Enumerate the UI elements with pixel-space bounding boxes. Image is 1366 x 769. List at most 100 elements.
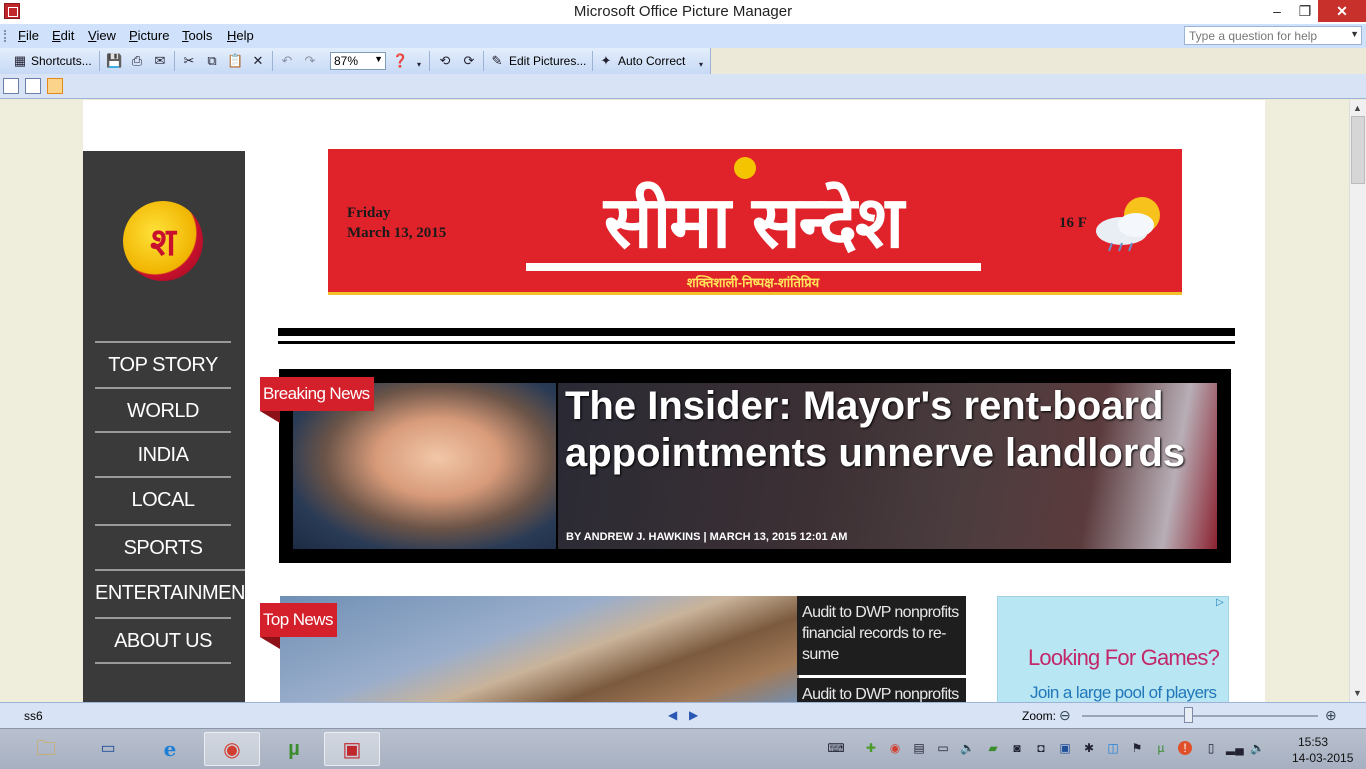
newspaper-masthead: Friday March 13, 2015 सीमा सन्देश शक्तिश… [328,149,1182,295]
picture-view-area[interactable]: श TOP STORY WORLD INDIA LOCAL SPORTS ENT… [0,100,1349,702]
auto-correct-icon[interactable]: ✦ [598,53,614,69]
tray-nvidia-icon[interactable]: ▰ [986,741,1000,755]
weather-icon [1096,197,1160,252]
site-sidebar: श TOP STORY WORLD INDIA LOCAL SPORTS ENT… [83,151,257,702]
menu-help[interactable]: Help [227,28,254,43]
help-search-placeholder: Type a question for help [1189,29,1318,43]
nav-india: INDIA [95,431,231,477]
zoom-value: 87% [334,54,359,68]
menu-tools[interactable]: Tools [182,28,212,43]
menu-picture[interactable]: Picture [129,28,169,43]
status-bar: ss6 ◀ ▶ Zoom: ⊖ ⊕ [0,702,1366,729]
dropdown-arrow-icon[interactable]: ▼ [374,54,383,64]
windows-taskbar: 🗀 ▭ e ◉ µ ▣ ⌨ ✚ ◉ ▤ ▭ 🔈 ▰ ◙ ◘ ▣ ✱ ◫ ⚑ µ … [0,728,1366,769]
clock-date[interactable]: 14-03-2015 [1292,751,1353,765]
zoom-in-icon[interactable]: ⊕ [1325,707,1337,724]
single-picture-view-icon[interactable] [47,78,63,94]
copy-icon[interactable]: ⧉ [204,53,220,69]
toolbar-options-icon[interactable]: ▾ [693,57,709,73]
zoom-slider-track[interactable] [1082,715,1318,717]
filmstrip-view-icon[interactable] [25,78,41,94]
edit-pictures-button[interactable]: Edit Pictures... [509,54,586,68]
advertisement-banner: ▷ Looking For Games? Join a large pool o… [997,596,1229,702]
zoom-select[interactable]: 87% ▼ [330,52,386,70]
tray-drive-icon[interactable]: ▤ [912,741,926,755]
masthead-tagline: शक्तिशाली-निष्पक्ष-शांतिप्रिय [686,275,820,290]
next-picture-icon[interactable]: ▶ [689,708,698,722]
save-icon[interactable]: 💾 [106,53,122,69]
zoom-label: Zoom: [1022,709,1057,723]
toolbar-separator [272,51,273,71]
breaking-news-headline: The Insider: Mayor's rent-board appointm… [565,384,1186,475]
tray-network-app-icon[interactable]: ◫ [1106,741,1120,755]
top-news-item: Audit to DWP nonprofits financial record… [797,596,966,675]
tray-bluetooth-icon[interactable]: ✱ [1082,741,1096,755]
shortcuts-button[interactable]: Shortcuts... [31,54,92,68]
menu-edit[interactable]: Edit [52,28,74,43]
redo-icon[interactable]: ↷ [302,53,318,69]
touch-keyboard-icon[interactable]: ⌨ [822,741,850,755]
top-news-item: Audit to DWP nonprofits [797,678,966,702]
vertical-scrollbar[interactable]: ▲ ▼ [1349,100,1366,702]
tray-camera-icon[interactable]: ◙ [1010,741,1024,755]
lenovo-icon[interactable]: ▭ [80,732,136,766]
ad-choices-icon: ▷ [1216,597,1224,608]
breaking-news-byline: BY ANDREW J. HAWKINS | MARCH 13, 2015 12… [566,531,848,543]
delete-icon[interactable]: ✕ [250,53,266,69]
scroll-up-icon[interactable]: ▲ [1353,103,1362,113]
tray-plus-icon[interactable]: ✚ [864,741,878,755]
nav-entertainment: ENTERTAINMENT [95,569,257,615]
menu-grip[interactable] [4,30,8,42]
zoom-slider-thumb[interactable] [1183,707,1193,723]
masthead-date: Friday March 13, 2015 [347,203,446,243]
internet-explorer-icon[interactable]: e [142,732,198,766]
standard-toolbar: ▦ Shortcuts... 💾 ⎙ ✉ ✂ ⧉ 📋 ✕ ↶ ↷ 87% ▼ ❓… [0,48,711,74]
tray-alert-icon[interactable]: ! [1178,741,1192,755]
weather-temperature: 16 F [1059,215,1087,231]
zoom-out-icon[interactable]: ⊖ [1059,707,1071,724]
rotate-right-icon[interactable]: ⟳ [461,53,477,69]
cut-icon[interactable]: ✂ [181,53,197,69]
thumbnail-view-icon[interactable] [3,78,19,94]
shortcuts-icon[interactable]: ▦ [12,53,28,69]
scroll-thumb[interactable] [1351,116,1365,184]
menu-file[interactable]: File [18,28,39,43]
edit-pictures-icon[interactable]: ✎ [489,53,505,69]
dropdown-arrow-icon[interactable]: ▼ [1350,29,1359,39]
previous-picture-icon[interactable]: ◀ [668,708,677,722]
wifi-signal-icon[interactable]: ▂▄ [1226,741,1244,755]
mail-icon[interactable]: ✉ [152,53,168,69]
picture-manager-taskbar-icon[interactable]: ▣ [324,732,380,766]
toolbar-options-icon[interactable]: ▾ [411,57,427,73]
paste-icon[interactable]: 📋 [227,53,243,69]
chrome-icon[interactable]: ◉ [204,732,260,766]
tray-utorrent-icon[interactable]: µ [1154,741,1168,755]
help-search-input[interactable]: Type a question for help ▼ [1184,26,1362,45]
help-icon[interactable]: ❓ [392,53,408,69]
nav-top-story: TOP STORY [95,341,231,387]
window-title: Microsoft Office Picture Manager [573,3,793,20]
print-icon[interactable]: ⎙ [129,53,145,69]
masthead-underline [526,263,981,271]
undo-icon[interactable]: ↶ [279,53,295,69]
close-button[interactable]: ✕ [1318,0,1366,22]
status-filename: ss6 [24,709,43,723]
auto-correct-button[interactable]: Auto Correct [618,54,685,68]
clock-time[interactable]: 15:53 [1298,735,1328,749]
tray-app2-icon[interactable]: ▣ [1058,741,1072,755]
utorrent-icon[interactable]: µ [266,732,322,766]
tray-app-icon[interactable]: ◘ [1034,741,1048,755]
tray-display-icon[interactable]: ▭ [936,741,950,755]
volume-icon[interactable]: 🔊 [1250,741,1265,755]
minimize-button[interactable]: – [1262,0,1292,22]
battery-icon[interactable]: ▯ [1204,741,1218,755]
restore-button[interactable]: ❐ [1290,0,1320,22]
scroll-down-icon[interactable]: ▼ [1353,688,1362,698]
menu-view[interactable]: View [88,28,116,43]
tray-speaker-icon[interactable]: 🔈 [960,741,975,755]
tray-flag-icon[interactable]: ⚑ [1130,741,1144,755]
tray-chrome-icon[interactable]: ◉ [888,741,902,755]
rotate-left-icon[interactable]: ⟲ [437,53,453,69]
file-explorer-icon[interactable]: 🗀 [18,732,74,766]
site-logo: श [123,201,203,281]
